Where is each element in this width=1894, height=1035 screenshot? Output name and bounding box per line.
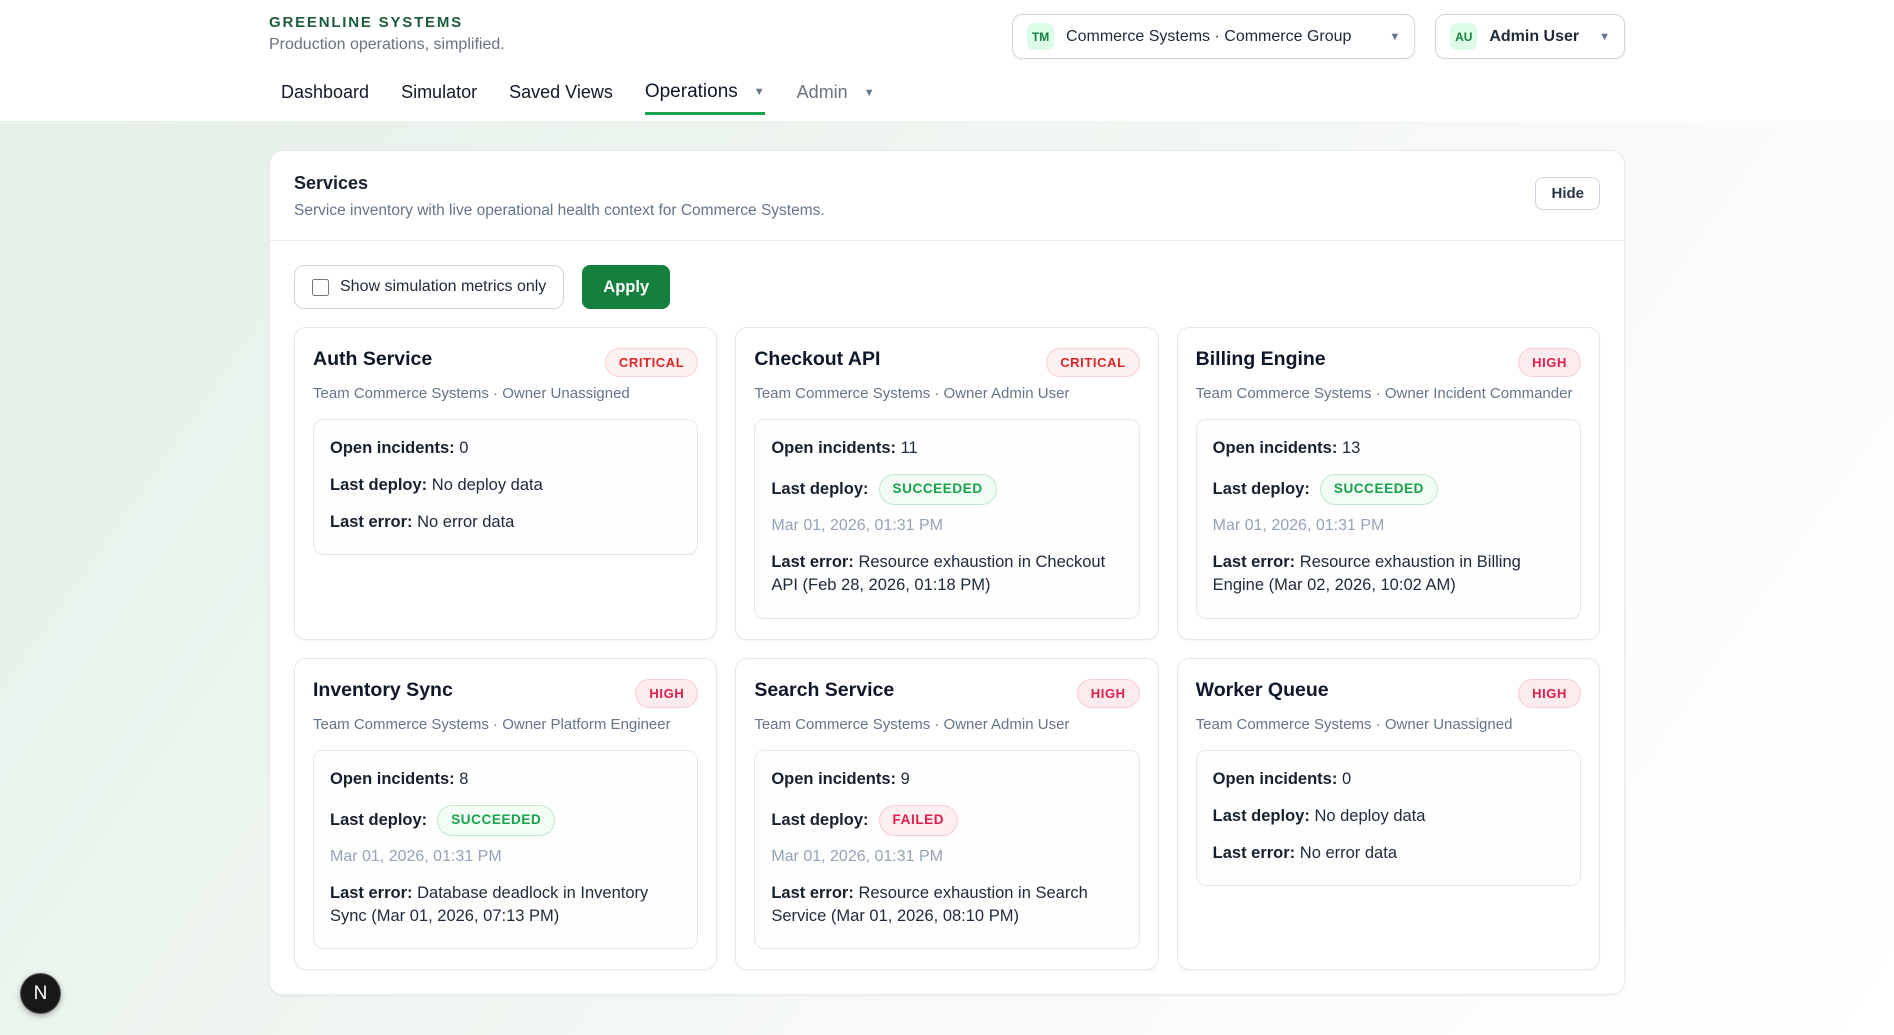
filter-row: Show simulation metrics only Apply <box>294 265 1600 309</box>
service-card-billing-engine: Billing Engine HIGH Team Commerce System… <box>1177 327 1600 640</box>
main-nav: Dashboard Simulator Saved Views Operatio… <box>269 81 1625 115</box>
apply-button[interactable]: Apply <box>582 265 670 309</box>
simulation-metrics-checkbox[interactable] <box>312 279 329 296</box>
simulation-metrics-checkbox-field[interactable]: Show simulation metrics only <box>294 265 564 309</box>
service-card-inventory-sync: Inventory Sync HIGH Team Commerce System… <box>294 658 717 971</box>
deploy-status-badge: SUCCEEDED <box>879 474 997 505</box>
team-badge: TM <box>1027 23 1054 50</box>
last-deploy-line: Last deploy: SUCCEEDED Mar 01, 2026, 01:… <box>1213 474 1564 537</box>
services-panel: Services Service inventory with live ope… <box>269 150 1625 995</box>
services-grid: Auth Service CRITICAL Team Commerce Syst… <box>294 327 1600 970</box>
service-card-auth-service: Auth Service CRITICAL Team Commerce Syst… <box>294 327 717 640</box>
nav-item-simulator[interactable]: Simulator <box>401 82 477 115</box>
last-deploy-line: Last deploy: FAILED Mar 01, 2026, 01:31 … <box>771 805 1122 868</box>
severity-badge: CRITICAL <box>1046 348 1139 377</box>
team-selector[interactable]: TM Commerce Systems · Commerce Group ▼ <box>1012 14 1415 59</box>
service-card-worker-queue: Worker Queue HIGH Team Commerce Systems … <box>1177 658 1600 971</box>
last-deploy-line: Last deploy: No deploy data <box>330 474 681 497</box>
severity-badge: HIGH <box>1077 679 1140 708</box>
panel-subtitle: Service inventory with live operational … <box>294 202 825 220</box>
service-name: Auth Service <box>313 348 432 371</box>
deploy-time: Mar 01, 2026, 01:31 PM <box>1213 515 1385 537</box>
last-deploy-line: Last deploy: SUCCEEDED Mar 01, 2026, 01:… <box>771 474 1122 537</box>
service-name: Billing Engine <box>1196 348 1326 371</box>
open-incidents-line: Open incidents: 8 <box>330 768 681 791</box>
chevron-down-icon: ▼ <box>864 87 875 99</box>
chevron-down-icon: ▼ <box>754 86 765 98</box>
deploy-status-badge: SUCCEEDED <box>437 805 555 836</box>
service-meta: Team Commerce Systems · Owner Unassigned <box>1196 716 1581 733</box>
last-error-line: Last error: Resource exhaustion in Check… <box>771 551 1122 597</box>
deploy-time: Mar 01, 2026, 01:31 PM <box>330 846 502 868</box>
simulation-metrics-label: Show simulation metrics only <box>340 278 546 296</box>
metrics-box: Open incidents: 0 Last deploy: No deploy… <box>313 419 698 555</box>
open-incidents-line: Open incidents: 0 <box>1213 768 1564 791</box>
chevron-down-icon: ▼ <box>1389 31 1400 43</box>
metrics-box: Open incidents: 9 Last deploy: FAILED Ma… <box>754 750 1139 950</box>
panel-header-text: Services Service inventory with live ope… <box>294 173 825 220</box>
nav-item-operations[interactable]: Operations ▼ <box>645 81 765 115</box>
brand-block: GREENLINE SYSTEMS Production operations,… <box>269 14 505 54</box>
nav-item-saved-views[interactable]: Saved Views <box>509 82 613 115</box>
service-name: Search Service <box>754 679 894 702</box>
service-name: Checkout API <box>754 348 880 371</box>
panel-title: Services <box>294 173 825 194</box>
service-meta: Team Commerce Systems · Owner Platform E… <box>313 716 698 733</box>
deploy-status-badge: FAILED <box>879 805 959 836</box>
team-selector-label: Commerce Systems · Commerce Group <box>1066 28 1351 46</box>
deploy-status-badge: SUCCEEDED <box>1320 474 1438 505</box>
open-incidents-line: Open incidents: 13 <box>1213 437 1564 460</box>
service-meta: Team Commerce Systems · Owner Admin User <box>754 385 1139 402</box>
site-header: GREENLINE SYSTEMS Production operations,… <box>0 0 1894 121</box>
last-deploy-line: Last deploy: SUCCEEDED Mar 01, 2026, 01:… <box>330 805 681 868</box>
service-meta: Team Commerce Systems · Owner Admin User <box>754 716 1139 733</box>
severity-badge: HIGH <box>1518 348 1581 377</box>
last-error-line: Last error: No error data <box>330 511 681 534</box>
last-error-line: Last error: Database deadlock in Invento… <box>330 882 681 928</box>
severity-badge: HIGH <box>1518 679 1581 708</box>
metrics-box: Open incidents: 11 Last deploy: SUCCEEDE… <box>754 419 1139 619</box>
hide-panel-button[interactable]: Hide <box>1535 177 1600 210</box>
main-content: Services Service inventory with live ope… <box>269 150 1625 995</box>
last-deploy-line: Last deploy: No deploy data <box>1213 805 1564 828</box>
user-menu[interactable]: AU Admin User ▼ <box>1435 14 1625 59</box>
last-error-line: Last error: No error data <box>1213 842 1564 865</box>
metrics-box: Open incidents: 0 Last deploy: No deploy… <box>1196 750 1581 886</box>
chevron-down-icon: ▼ <box>1599 31 1610 43</box>
severity-badge: CRITICAL <box>605 348 698 377</box>
brand-name: GREENLINE SYSTEMS <box>269 14 505 31</box>
service-card-search-service: Search Service HIGH Team Commerce System… <box>735 658 1158 971</box>
dev-overlay-button[interactable]: N <box>20 973 61 1014</box>
metrics-box: Open incidents: 8 Last deploy: SUCCEEDED… <box>313 750 698 950</box>
user-menu-label: Admin User <box>1489 28 1579 46</box>
service-name: Worker Queue <box>1196 679 1329 702</box>
service-name: Inventory Sync <box>313 679 453 702</box>
user-avatar: AU <box>1450 23 1477 50</box>
service-meta: Team Commerce Systems · Owner Incident C… <box>1196 385 1581 402</box>
deploy-time: Mar 01, 2026, 01:31 PM <box>771 515 943 537</box>
nav-item-dashboard[interactable]: Dashboard <box>281 82 369 115</box>
open-incidents-line: Open incidents: 11 <box>771 437 1122 460</box>
service-meta: Team Commerce Systems · Owner Unassigned <box>313 385 698 402</box>
severity-badge: HIGH <box>635 679 698 708</box>
last-error-line: Last error: Resource exhaustion in Searc… <box>771 882 1122 928</box>
open-incidents-line: Open incidents: 0 <box>330 437 681 460</box>
nav-item-admin[interactable]: Admin ▼ <box>797 82 875 115</box>
last-error-line: Last error: Resource exhaustion in Billi… <box>1213 551 1564 597</box>
brand-tagline: Production operations, simplified. <box>269 36 505 54</box>
deploy-time: Mar 01, 2026, 01:31 PM <box>771 846 943 868</box>
service-card-checkout-api: Checkout API CRITICAL Team Commerce Syst… <box>735 327 1158 640</box>
metrics-box: Open incidents: 13 Last deploy: SUCCEEDE… <box>1196 419 1581 619</box>
open-incidents-line: Open incidents: 9 <box>771 768 1122 791</box>
